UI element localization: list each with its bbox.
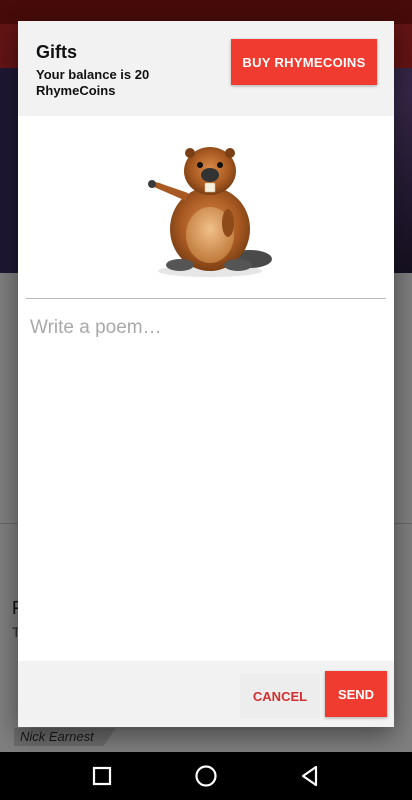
- back-triangle-icon: [301, 765, 318, 787]
- dialog-header: Gifts Your balance is 20 RhymeCoins BUY …: [18, 21, 394, 116]
- home-circle-icon: [195, 765, 217, 787]
- cancel-button[interactable]: CANCEL: [240, 674, 320, 718]
- home-button[interactable]: [182, 752, 230, 800]
- recents-square-icon: [92, 766, 112, 786]
- dialog-title: Gifts: [36, 42, 78, 62]
- dialog-footer: CANCEL SEND: [18, 661, 394, 727]
- buy-rhymecoins-button[interactable]: BUY RHYMECOINS: [231, 39, 377, 85]
- poem-input[interactable]: [18, 303, 394, 661]
- send-button[interactable]: SEND: [325, 671, 387, 717]
- recents-button[interactable]: [78, 752, 126, 800]
- back-button[interactable]: [286, 752, 334, 800]
- gifts-dialog: Gifts Your balance is 20 RhymeCoins BUY …: [18, 21, 394, 727]
- beaver-mascot-image[interactable]: [138, 131, 274, 281]
- balance-text: Your balance is 20 RhymeCoins: [36, 67, 150, 98]
- navigation-bar: [0, 752, 412, 800]
- content-divider: [26, 298, 386, 299]
